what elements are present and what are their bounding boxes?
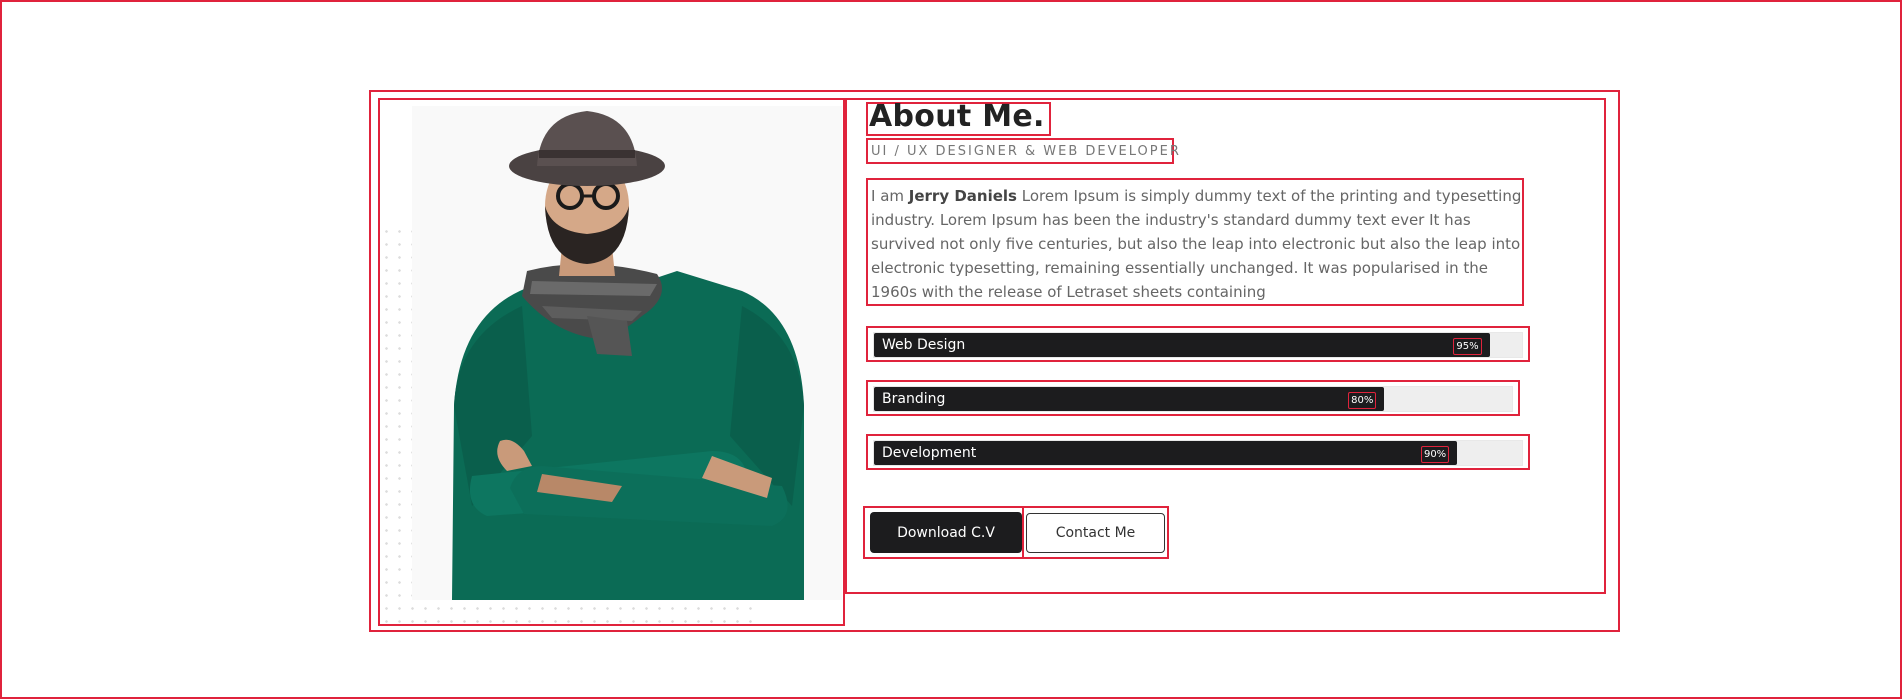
profile-photo <box>412 106 842 600</box>
skill-percent: 90% <box>1420 446 1450 463</box>
about-title: About Me. <box>869 99 1045 134</box>
download-cv-button[interactable]: Download C.V <box>870 512 1022 553</box>
about-subtitle: UI / UX DESIGNER & WEB DEVELOPER <box>866 138 1179 164</box>
skill-percent: 95% <box>1453 338 1482 355</box>
skill-bar-web-design: Web Design 95% <box>866 326 1530 362</box>
bio-name: Jerry Daniels <box>908 187 1017 205</box>
skill-name: Branding <box>882 391 946 407</box>
skill-track: Development 90% <box>873 440 1523 466</box>
button-divider <box>1022 508 1024 557</box>
skill-fill: Development 90% <box>874 441 1458 465</box>
about-bio: I am Jerry Daniels Lorem Ipsum is simply… <box>866 178 1524 306</box>
skill-bar-branding: Branding 80% <box>866 380 1520 416</box>
contact-me-button[interactable]: Contact Me <box>1026 513 1165 553</box>
bio-intro: I am <box>871 187 909 205</box>
action-buttons: Download C.V Contact Me <box>863 506 1169 559</box>
profile-photo-column <box>378 98 845 626</box>
skill-name: Web Design <box>882 337 966 353</box>
skill-track: Branding 80% <box>873 386 1513 412</box>
skill-fill: Web Design 95% <box>874 333 1490 357</box>
skill-track: Web Design 95% <box>873 332 1523 358</box>
skill-percent: 80% <box>1348 392 1377 409</box>
skill-fill: Branding 80% <box>874 387 1385 411</box>
skill-name: Development <box>882 445 977 461</box>
skill-bar-development: Development 90% <box>866 434 1530 470</box>
